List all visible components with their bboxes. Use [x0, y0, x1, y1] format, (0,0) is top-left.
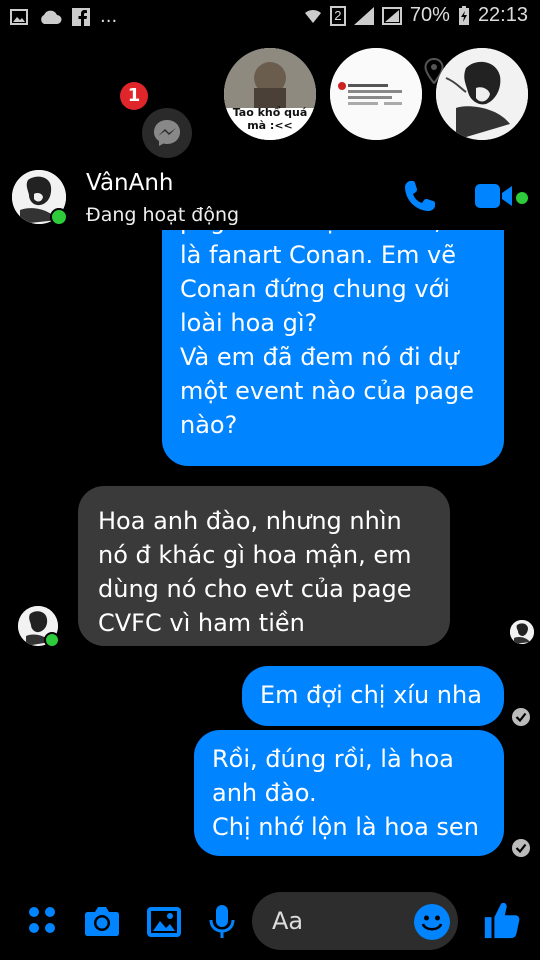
clock: 22:13 — [477, 4, 528, 26]
conversation-header: VânAnh Đang hoạt động — [0, 160, 540, 230]
emoji-button[interactable] — [414, 904, 450, 940]
chat-head-2[interactable] — [330, 48, 422, 140]
signal-icon — [353, 6, 374, 25]
online-indicator-small — [44, 632, 60, 648]
battery-charging-icon — [458, 5, 469, 25]
chat-head-screenshot — [330, 48, 422, 140]
more-notifications: ... — [100, 6, 118, 27]
chat-heads-row: 1 Tao khổ quá mà :<< — [0, 36, 540, 158]
microphone-icon[interactable] — [202, 902, 242, 942]
message-outgoing-1[interactable]: page của chị là CCFC, đó là fanart Conan… — [162, 230, 504, 466]
message-composer — [0, 880, 540, 960]
message-outgoing-2[interactable]: Em đợi chị xíu nha — [242, 666, 504, 726]
active-status: Đang hoạt động — [86, 204, 240, 226]
message-list[interactable]: page của chị là CCFC, đó là fanart Conan… — [0, 230, 540, 870]
image-notification-icon — [10, 8, 28, 25]
seen-avatar-image — [510, 620, 534, 644]
messenger-icon — [154, 120, 180, 146]
gallery-icon[interactable] — [144, 902, 184, 942]
camera-icon[interactable] — [82, 902, 122, 942]
delivered-check-icon — [512, 839, 530, 857]
message-incoming-1[interactable]: Hoa anh đào, nhưng nhìn nó đ khác gì hoa… — [78, 486, 450, 646]
thumbs-up-icon[interactable] — [482, 900, 522, 940]
chat-head-3[interactable] — [436, 48, 528, 140]
messenger-chat-head[interactable] — [142, 108, 192, 158]
chat-head-caption: Tao khổ quá mà :<< — [232, 106, 308, 132]
chat-head-1[interactable]: Tao khổ quá mà :<< — [224, 48, 316, 140]
online-indicator — [50, 208, 68, 226]
signal-icon-2 — [381, 6, 402, 25]
battery-percent: 70% — [409, 4, 450, 26]
unread-badge: 1 — [120, 82, 148, 110]
more-actions-icon[interactable] — [24, 902, 64, 942]
phone-call-icon[interactable] — [402, 178, 438, 214]
emoji-icon — [421, 915, 443, 931]
video-call-icon[interactable] — [474, 182, 514, 210]
cloud-icon — [41, 10, 62, 24]
contact-name[interactable]: VânAnh — [86, 170, 174, 196]
delivered-check-icon — [512, 708, 530, 726]
seen-avatar — [510, 620, 534, 644]
wifi-icon — [304, 9, 321, 23]
video-online-indicator — [514, 190, 530, 206]
message-outgoing-3[interactable]: Rồi, đúng rồi, là hoa anh đào. Chị nhớ l… — [194, 730, 504, 856]
sim-indicator: 2 — [329, 5, 346, 26]
status-bar: ... 2 70% 22:13 — [0, 0, 540, 36]
facebook-icon — [72, 7, 90, 26]
chat-head-drawing — [436, 48, 528, 140]
